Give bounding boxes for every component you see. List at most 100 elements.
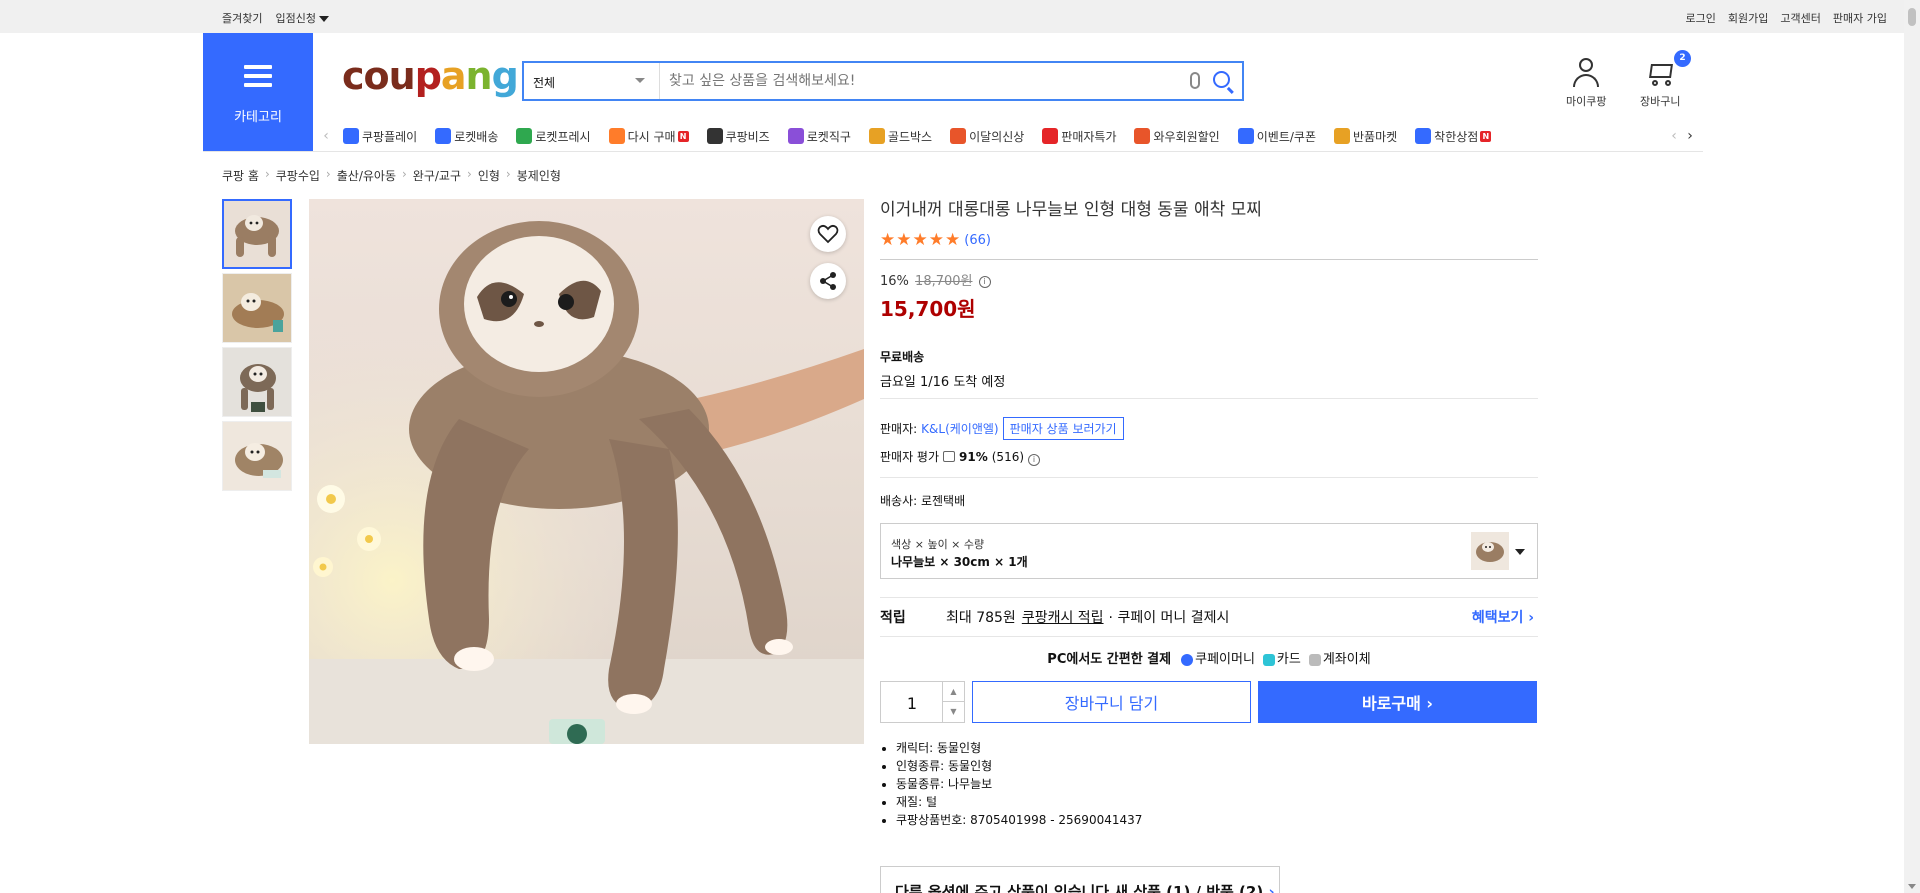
coupang-cash-link[interactable]: 쿠팡캐시 적립 (1022, 607, 1104, 627)
category-nav-item[interactable]: 다시 구매 N (608, 128, 689, 145)
microphone-icon[interactable] (1190, 72, 1200, 89)
original-price: 18,700원 (915, 274, 973, 289)
category-nav-label: 착한상점 (1434, 129, 1479, 144)
seller-rating-row: 판매자 평가 91% (516) i (880, 446, 1538, 467)
breadcrumb-link[interactable]: 쿠팡 홈 (222, 167, 259, 184)
thumbnail-3[interactable] (222, 347, 292, 417)
category-nav-item[interactable]: 로켓직구 (787, 128, 851, 145)
cart-icon (1645, 58, 1675, 88)
search-icon[interactable] (1213, 71, 1230, 88)
coupay-icon (1181, 653, 1194, 666)
quantity-stepper[interactable]: 1 ▲ ▼ (880, 681, 965, 723)
scroll-down-arrow-icon[interactable] (1908, 884, 1916, 889)
category-nav-label: 반품마켓 (1352, 129, 1398, 144)
nav-next-arrow-icon[interactable]: › (1682, 128, 1698, 144)
benefits-link[interactable]: 혜택보기 › (1472, 607, 1534, 627)
add-to-cart-button[interactable]: 장바구니 담기 (972, 681, 1251, 723)
star-icon: ★ (912, 230, 928, 250)
coupon-icon (1237, 128, 1254, 144)
category-nav-label: 와우회원할인 (1153, 129, 1220, 144)
product-rating[interactable]: ★ ★ ★ ★ ★ (66) (880, 231, 1538, 249)
option-thumbnail (1471, 532, 1509, 570)
category-nav-item[interactable]: 로켓배송 (435, 128, 498, 145)
scrollbar-thumb[interactable] (1908, 8, 1916, 26)
seller-name-link[interactable]: K&L(케이앤엘) (921, 420, 998, 437)
login-link[interactable]: 로그인 (1686, 10, 1716, 26)
seller-rating-percent: 91% (959, 449, 988, 464)
divider (880, 259, 1538, 260)
category-nav-item[interactable]: 쿠팡비즈 (706, 128, 770, 145)
breadcrumb-link[interactable]: 봉제인형 (517, 167, 561, 184)
caret-down-icon (318, 16, 329, 22)
category-nav-item[interactable]: 판매자특가 (1042, 128, 1116, 145)
category-menu-button[interactable]: 카테고리 (203, 33, 313, 152)
thumbnail-list (222, 199, 294, 495)
top-utility-bar: 즐겨찾기 입점신청 로그인 회원가입 고객센터 판매자 가입 (0, 0, 1904, 33)
seller-products-button[interactable]: 판매자 상품 보러가기 (1002, 417, 1124, 440)
coupang-logo[interactable]: coupang (342, 56, 519, 96)
wishlist-button[interactable] (810, 216, 846, 252)
category-nav-item[interactable]: 쿠팡플레이 (343, 128, 417, 145)
breadcrumb-link[interactable]: 출산/유아동 (337, 167, 396, 184)
nav-prev-arrow-icon[interactable]: ‹ (318, 128, 334, 144)
attribute-item: 재질: 털 (896, 793, 1538, 811)
thumbnail-1[interactable] (222, 199, 292, 269)
my-coupang-label: 마이쿠팡 (1566, 95, 1607, 108)
breadcrumb-link[interactable]: 쿠팡수입 (276, 167, 320, 184)
seller-apply-menu[interactable]: 입점신청 (275, 10, 329, 26)
share-button[interactable] (810, 263, 846, 299)
signup-link[interactable]: 회원가입 (1728, 10, 1768, 26)
category-nav-item[interactable]: 와우회원할인 (1134, 128, 1220, 145)
my-coupang-button[interactable]: 마이쿠팡 (1566, 58, 1606, 109)
percent-icon (1042, 128, 1059, 144)
cart-button[interactable]: 장바구니 (1640, 58, 1680, 109)
page-scrollbar[interactable] (1904, 0, 1920, 893)
purchase-row: 1 ▲ ▼ 장바구니 담기 바로구매 › (880, 681, 1538, 723)
category-nav-item[interactable]: 이달의신상 (950, 128, 1024, 145)
category-nav-item[interactable]: 이벤트/쿠폰 (1237, 128, 1316, 145)
seller-signup-link[interactable]: 판매자 가입 (1833, 10, 1887, 26)
product-info-panel: 이거내꺼 대롱대롱 나무늘보 인형 대형 동물 애착 모찌 ★ ★ ★ ★ ★ … (880, 199, 1538, 829)
option-header: 색상 × 높이 × 수량 (891, 538, 985, 551)
bank-icon (1308, 653, 1321, 666)
category-nav-item[interactable]: 골드박스 (868, 128, 932, 145)
category-nav: ‹ 쿠팡플레이 로켓배송 로켓프레시 다시 구매 N 쿠팡비즈 로켓직구 골드박스 이달의신상 판… (318, 124, 1698, 148)
payment-title: PC에서도 간편한 결제 (1047, 652, 1172, 667)
increase-quantity-icon[interactable]: ▲ (942, 682, 964, 702)
category-nav-label: 로켓직구 (806, 129, 851, 144)
info-icon[interactable]: i (978, 275, 991, 288)
hamburger-icon (244, 65, 272, 87)
category-nav-label: 이달의신상 (969, 129, 1025, 144)
category-nav-item[interactable]: 착한상점 N (1415, 128, 1492, 145)
product-main-image[interactable] (309, 199, 864, 744)
buy-now-button[interactable]: 바로구매 › (1258, 681, 1537, 723)
other-options-box[interactable]: 다른 옵션에 주고 상품이 있습니다 새 상품 (1) / 반품 (2) › (880, 866, 1280, 893)
divider (880, 477, 1538, 478)
breadcrumb-link[interactable]: 완구/교구 (413, 167, 461, 184)
thumbnail-2[interactable] (222, 273, 292, 343)
nav-prev-small-icon[interactable]: ‹ (1666, 128, 1682, 144)
category-nav-item[interactable]: 반품마켓 (1333, 128, 1398, 145)
global-icon (787, 128, 804, 144)
heart-icon (817, 224, 839, 244)
search-input[interactable] (669, 70, 1169, 92)
sale-price: 15,700원 (880, 297, 976, 321)
wow-icon (1134, 128, 1151, 144)
decrease-quantity-icon[interactable]: ▼ (942, 702, 964, 722)
option-select[interactable]: 색상 × 높이 × 수량 나무늘보 × 30cm × 1개 (880, 523, 1538, 579)
info-icon[interactable]: i (1028, 453, 1041, 466)
breadcrumb-link[interactable]: 인형 (478, 167, 500, 184)
quantity-value[interactable]: 1 (881, 694, 943, 713)
new-badge-icon: N (1480, 130, 1492, 142)
category-label: 카테고리 (234, 110, 282, 125)
category-nav-item[interactable]: 로켓프레시 (516, 128, 591, 145)
attribute-item: 쿠팡상품번호: 8705401998 - 25690041437 (896, 811, 1538, 829)
thumbnail-4[interactable] (222, 421, 292, 491)
breadcrumb-separator-icon: › (467, 167, 472, 181)
search-scope-select[interactable]: 전체 (524, 63, 660, 99)
rating-count[interactable]: (66) (964, 233, 991, 248)
customer-center-link[interactable]: 고객센터 (1780, 10, 1820, 26)
bookmark-link[interactable]: 즐겨찾기 (222, 10, 262, 26)
category-nav-label: 다시 구매 (627, 129, 676, 144)
shipping-label: 무료배송 (880, 350, 925, 364)
